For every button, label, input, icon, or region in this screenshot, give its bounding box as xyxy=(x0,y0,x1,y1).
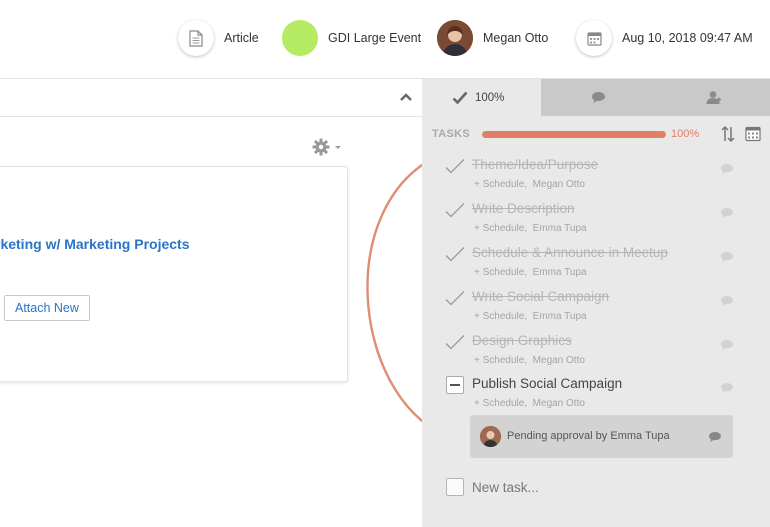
section-header xyxy=(0,79,422,117)
task-title[interactable]: Theme/Idea/Purpose xyxy=(472,157,598,172)
sort-icon[interactable] xyxy=(720,125,736,143)
tab-comments[interactable] xyxy=(541,79,656,116)
task-checkbox[interactable] xyxy=(446,376,464,394)
task-title[interactable]: Publish Social Campaign xyxy=(472,376,622,391)
task-meta: + Schedule, Megan Otto xyxy=(474,355,585,366)
document-icon xyxy=(178,20,214,56)
task-assignee[interactable]: Megan Otto xyxy=(533,179,585,190)
tasks-progress-row: TASKS 100% xyxy=(432,125,762,143)
checkmark-icon[interactable] xyxy=(444,202,466,220)
tasks-heading: TASKS xyxy=(432,128,470,140)
task-meta: + Schedule, Emma Tupa xyxy=(474,267,587,278)
checkmark-icon[interactable] xyxy=(444,246,466,264)
owner-name: Megan Otto xyxy=(483,31,549,45)
schedule-link[interactable]: + Schedule, xyxy=(474,179,527,190)
event-color-dot xyxy=(282,20,318,56)
task-assignee[interactable]: Megan Otto xyxy=(533,355,585,366)
top-bar: Article GDI Large Event Megan Otto Aug 1… xyxy=(0,0,770,79)
task-assignee[interactable]: Emma Tupa xyxy=(533,311,587,322)
checkmark-icon[interactable] xyxy=(444,290,466,308)
schedule-link[interactable]: + Schedule, xyxy=(474,223,527,234)
tab-tasks-label: 100% xyxy=(475,91,505,104)
new-task-checkbox xyxy=(446,478,464,496)
tasks-progress-fill xyxy=(482,130,666,138)
task-title[interactable]: Schedule & Announce in Meetup xyxy=(472,245,668,260)
comment-icon[interactable] xyxy=(708,431,722,443)
task-row: Design Graphics + Schedule, Megan Otto xyxy=(422,331,770,375)
comment-icon[interactable] xyxy=(720,382,734,394)
task-meta: + Schedule, Megan Otto xyxy=(474,179,585,190)
chevron-up-icon[interactable] xyxy=(398,89,414,105)
new-task-row xyxy=(446,477,746,497)
task-row-active: Publish Social Campaign + Schedule, Mega… xyxy=(422,374,770,418)
task-row: Theme/Idea/Purpose + Schedule, Megan Ott… xyxy=(422,155,770,199)
task-assignee[interactable]: Emma Tupa xyxy=(533,223,587,234)
tab-people[interactable] xyxy=(656,79,770,116)
gear-icon xyxy=(312,138,330,156)
owner-item[interactable]: Megan Otto xyxy=(437,20,548,56)
comment-icon[interactable] xyxy=(720,251,734,263)
checkmark-icon[interactable] xyxy=(444,334,466,352)
comment-icon[interactable] xyxy=(720,295,734,307)
task-row: Write Description + Schedule, Emma Tupa xyxy=(422,199,770,243)
task-assignee[interactable]: Emma Tupa xyxy=(533,267,587,278)
schedule-link[interactable]: + Schedule, xyxy=(474,267,527,278)
minus-icon xyxy=(450,384,460,386)
comment-icon[interactable] xyxy=(720,207,734,219)
task-row: Write Social Campaign + Schedule, Emma T… xyxy=(422,287,770,331)
datetime-label: Aug 10, 2018 09:47 AM xyxy=(622,31,753,45)
task-meta: + Schedule, Emma Tupa xyxy=(474,223,587,234)
panel-tabs: 100% xyxy=(422,79,770,116)
task-title[interactable]: Design Graphics xyxy=(472,333,572,348)
people-icon xyxy=(706,91,721,104)
schedule-link[interactable]: + Schedule, xyxy=(474,355,527,366)
calendar-icon xyxy=(576,20,612,56)
comment-icon[interactable] xyxy=(720,339,734,351)
project-card: rketing w/ Marketing Projects Attach New xyxy=(0,166,348,382)
task-row: Schedule & Announce in Meetup + Schedule… xyxy=(422,243,770,287)
task-meta: + Schedule, Megan Otto xyxy=(474,398,585,409)
task-title[interactable]: Write Social Campaign xyxy=(472,289,609,304)
attach-new-button[interactable]: Attach New xyxy=(4,295,90,321)
event-item[interactable]: GDI Large Event xyxy=(282,20,421,56)
avatar xyxy=(437,20,473,56)
caret-down-icon xyxy=(335,146,341,149)
tasks-progress-label: 100% xyxy=(671,128,700,140)
tab-tasks[interactable]: 100% xyxy=(422,79,541,116)
content-type-label: Article xyxy=(224,31,259,45)
avatar xyxy=(480,426,501,447)
tasks-progress-bar xyxy=(482,130,666,138)
task-panel: 100% TASKS 100% Theme/Idea/Purpose + Sch… xyxy=(422,79,770,527)
schedule-link[interactable]: + Schedule, xyxy=(474,311,527,322)
task-title[interactable]: Write Description xyxy=(472,201,575,216)
task-meta: + Schedule, Emma Tupa xyxy=(474,311,587,322)
comment-icon[interactable] xyxy=(720,163,734,175)
approval-text: Pending approval by Emma Tupa xyxy=(507,430,670,442)
calendar-view-icon[interactable] xyxy=(745,126,761,142)
date-item[interactable]: Aug 10, 2018 09:47 AM xyxy=(576,20,753,56)
approval-notice: Pending approval by Emma Tupa xyxy=(470,415,733,458)
event-label: GDI Large Event xyxy=(328,31,422,45)
content-type-item[interactable]: Article xyxy=(178,20,259,56)
settings-menu-button[interactable] xyxy=(312,138,344,156)
check-icon xyxy=(452,91,468,104)
new-task-input[interactable] xyxy=(472,477,712,497)
comment-icon xyxy=(592,92,605,103)
checkmark-icon[interactable] xyxy=(444,158,466,176)
schedule-link[interactable]: + Schedule, xyxy=(474,398,527,409)
project-link[interactable]: rketing w/ Marketing Projects xyxy=(0,236,190,252)
task-assignee[interactable]: Megan Otto xyxy=(533,398,585,409)
